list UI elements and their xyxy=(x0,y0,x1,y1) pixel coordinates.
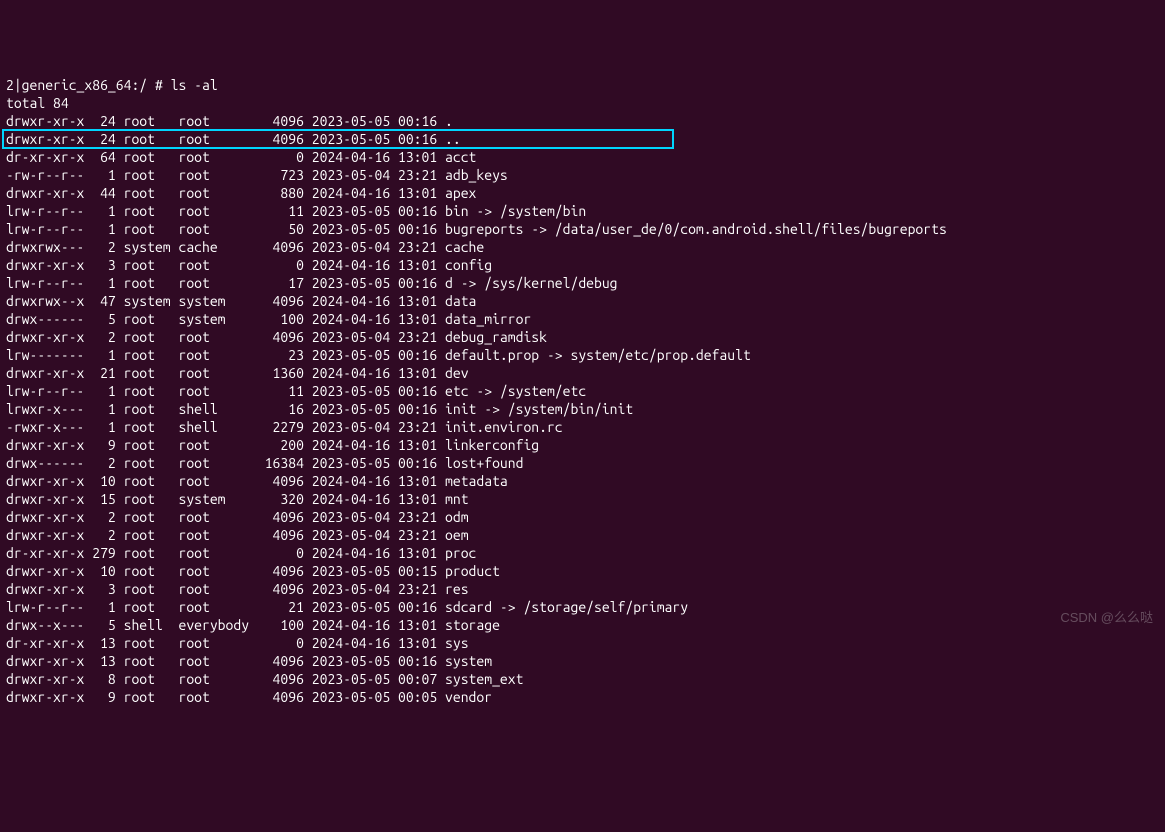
file-entry: dr-xr-xr-x 13 root root 0 2024-04-16 13:… xyxy=(6,634,1159,652)
file-entry: drwxrwx--- 2 system cache 4096 2023-05-0… xyxy=(6,238,1159,256)
file-entry: dr-xr-xr-x 279 root root 0 2024-04-16 13… xyxy=(6,544,1159,562)
file-entry: drwxr-xr-x 3 root root 0 2024-04-16 13:0… xyxy=(6,256,1159,274)
file-entry: drwx--x--- 5 shell everybody 100 2024-04… xyxy=(6,616,1159,634)
file-entry: -rw-r--r-- 1 root root 723 2023-05-04 23… xyxy=(6,166,1159,184)
file-entry: drwxr-xr-x 21 root root 1360 2024-04-16 … xyxy=(6,364,1159,382)
file-entry: drwxr-xr-x 2 root root 4096 2023-05-04 2… xyxy=(6,508,1159,526)
prompt-line: 2|generic_x86_64:/ # ls -al xyxy=(6,76,1159,94)
file-entry: drwx------ 2 root root 16384 2023-05-05 … xyxy=(6,454,1159,472)
watermark: CSDN @么么哒 xyxy=(1060,609,1153,627)
file-entry: drwxr-xr-x 13 root root 4096 2023-05-05 … xyxy=(6,652,1159,670)
file-entry: drwxr-xr-x 24 root root 4096 2023-05-05 … xyxy=(6,112,1159,130)
file-entry: lrw-r--r-- 1 root root 21 2023-05-05 00:… xyxy=(6,598,1159,616)
file-entry: lrw------- 1 root root 23 2023-05-05 00:… xyxy=(6,346,1159,364)
file-entry: drwxr-xr-x 2 root root 4096 2023-05-04 2… xyxy=(6,526,1159,544)
file-entry: drwxr-xr-x 8 root root 4096 2023-05-05 0… xyxy=(6,670,1159,688)
file-entry: -rwxr-x--- 1 root shell 2279 2023-05-04 … xyxy=(6,418,1159,436)
file-entry: drwxr-xr-x 9 root root 4096 2023-05-05 0… xyxy=(6,688,1159,706)
file-entry: drwxr-xr-x 10 root root 4096 2023-05-05 … xyxy=(6,562,1159,580)
file-entry: drwxr-xr-x 44 root root 880 2024-04-16 1… xyxy=(6,184,1159,202)
file-entry: drwxr-xr-x 10 root root 4096 2024-04-16 … xyxy=(6,472,1159,490)
file-entry: drwxr-xr-x 3 root root 4096 2023-05-04 2… xyxy=(6,580,1159,598)
file-entry: drwxr-xr-x 2 root root 4096 2023-05-04 2… xyxy=(6,328,1159,346)
file-entry: lrw-r--r-- 1 root root 17 2023-05-05 00:… xyxy=(6,274,1159,292)
command: ls -al xyxy=(171,77,218,93)
terminal-output[interactable]: 2|generic_x86_64:/ # ls -altotal 84drwxr… xyxy=(6,76,1159,706)
file-entry: dr-xr-xr-x 64 root root 0 2024-04-16 13:… xyxy=(6,148,1159,166)
file-entry: drwxr-xr-x 24 root root 4096 2023-05-05 … xyxy=(6,130,1159,148)
file-entry: drwx------ 5 root system 100 2024-04-16 … xyxy=(6,310,1159,328)
file-entry: drwxrwx--x 47 system system 4096 2024-04… xyxy=(6,292,1159,310)
file-entry: lrw-r--r-- 1 root root 11 2023-05-05 00:… xyxy=(6,382,1159,400)
file-entry: drwxr-xr-x 9 root root 200 2024-04-16 13… xyxy=(6,436,1159,454)
file-entry: lrwxr-x--- 1 root shell 16 2023-05-05 00… xyxy=(6,400,1159,418)
total-line: total 84 xyxy=(6,94,1159,112)
file-entry: lrw-r--r-- 1 root root 50 2023-05-05 00:… xyxy=(6,220,1159,238)
file-entry: lrw-r--r-- 1 root root 11 2023-05-05 00:… xyxy=(6,202,1159,220)
shell-prompt: 2|generic_x86_64:/ # xyxy=(6,77,171,93)
file-entry: drwxr-xr-x 15 root system 320 2024-04-16… xyxy=(6,490,1159,508)
